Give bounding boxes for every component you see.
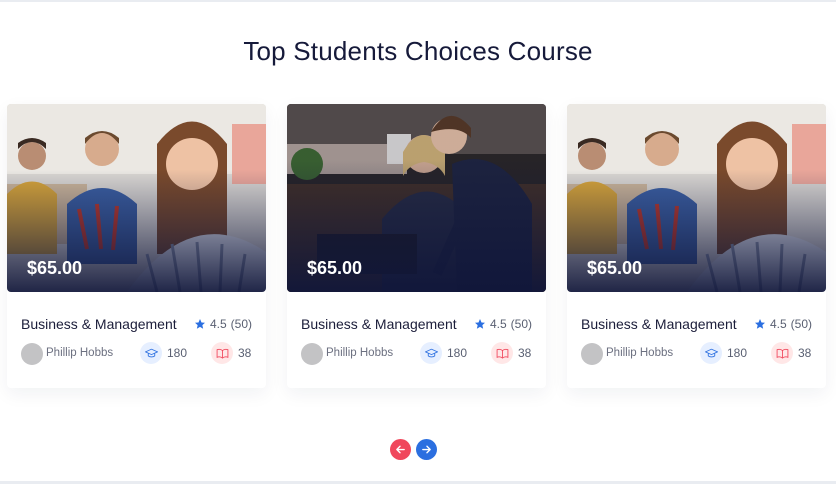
- author-name[interactable]: Phillip Hobbs: [606, 347, 673, 359]
- rating-count: (50): [230, 317, 252, 331]
- arrow-left-icon: [396, 445, 405, 454]
- course-meta: Phillip Hobbs 180 38: [301, 342, 532, 366]
- star-icon: [194, 319, 205, 329]
- avatar[interactable]: [581, 343, 603, 365]
- course-rating: 4.5 (50): [474, 317, 532, 331]
- top-divider: [0, 0, 836, 2]
- course-price: $65.00: [27, 258, 83, 278]
- course-meta: Phillip Hobbs 180 38: [21, 342, 252, 366]
- book-icon: [771, 342, 793, 364]
- graduation-cap-icon: [700, 342, 722, 364]
- rating-value: 4.5: [209, 317, 227, 331]
- course-card[interactable]: $65.00 Business & Management 4.5 (50) Ph…: [287, 104, 546, 388]
- course-price: $65.00: [307, 258, 363, 278]
- lessons-value: 38: [518, 346, 532, 360]
- students-value: 180: [727, 346, 748, 360]
- course-image[interactable]: $65.00: [7, 104, 266, 292]
- lessons-count: 38: [771, 342, 811, 364]
- avatar[interactable]: [21, 343, 43, 365]
- course-meta: Phillip Hobbs 180 38: [581, 342, 812, 366]
- students-count: 180: [700, 342, 747, 364]
- course-title[interactable]: Business & Management: [301, 316, 457, 332]
- course-rating: 4.5 (50): [754, 317, 812, 331]
- star-icon: [474, 319, 485, 329]
- course-title[interactable]: Business & Management: [581, 316, 737, 332]
- graduation-cap-icon: [140, 342, 162, 364]
- students-count: 180: [420, 342, 467, 364]
- author-name[interactable]: Phillip Hobbs: [46, 347, 113, 359]
- lessons-count: 38: [211, 342, 251, 364]
- course-card[interactable]: $65.00 Business & Management 4.5 (50) Ph…: [567, 104, 826, 388]
- course-rating: 4.5 (50): [194, 317, 252, 331]
- carousel-prev-button[interactable]: [390, 439, 411, 460]
- arrow-right-icon: [422, 445, 431, 454]
- students-value: 180: [167, 346, 188, 360]
- graduation-cap-icon: [420, 342, 442, 364]
- book-icon: [491, 342, 513, 364]
- course-price: $65.00: [587, 258, 643, 278]
- section-title: Top Students Choices Course: [243, 36, 593, 66]
- author-name[interactable]: Phillip Hobbs: [326, 347, 393, 359]
- rating-value: 4.5: [769, 317, 787, 331]
- students-value: 180: [447, 346, 468, 360]
- book-icon: [211, 342, 233, 364]
- lessons-count: 38: [491, 342, 531, 364]
- lessons-value: 38: [238, 346, 252, 360]
- course-image[interactable]: $65.00: [287, 104, 546, 292]
- students-count: 180: [140, 342, 187, 364]
- rating-value: 4.5: [489, 317, 507, 331]
- avatar[interactable]: [301, 343, 323, 365]
- lessons-value: 38: [798, 346, 812, 360]
- course-title[interactable]: Business & Management: [21, 316, 177, 332]
- rating-count: (50): [510, 317, 532, 331]
- carousel-next-button[interactable]: [416, 439, 437, 460]
- course-image[interactable]: $65.00: [567, 104, 826, 292]
- course-card[interactable]: $65.00 Business & Management 4.5 (50) Ph…: [7, 104, 266, 388]
- rating-count: (50): [790, 317, 812, 331]
- star-icon: [754, 319, 765, 329]
